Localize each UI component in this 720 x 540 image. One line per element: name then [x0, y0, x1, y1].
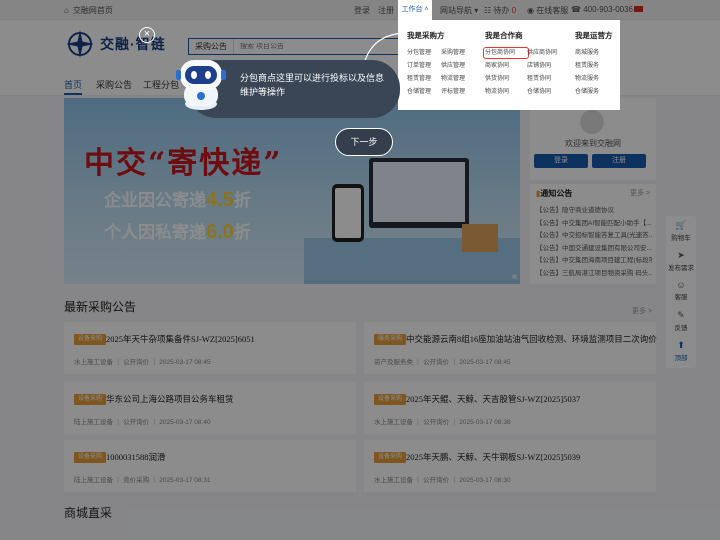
menu-item-warehouse-collab[interactable]: 仓储协同	[527, 88, 565, 96]
next-step-button[interactable]: 下一步	[335, 128, 393, 156]
menu-item-lease-service[interactable]: 租赁服务	[575, 62, 615, 70]
menu-item-logistics-service[interactable]: 物流服务	[575, 75, 615, 83]
menu-item-lease-mgmt[interactable]: 租赁管理	[407, 75, 441, 83]
menu-item-order-mgmt[interactable]: 订单管理	[407, 62, 441, 70]
menu-item-mall-service[interactable]: 商城服务	[575, 49, 615, 57]
menu-item-supplier-collab[interactable]: 供应商协同	[527, 49, 565, 57]
menu-item-supply-collab[interactable]: 供货协同	[485, 75, 527, 83]
menu-item-warehouse-mgmt[interactable]: 仓储管理	[407, 88, 441, 96]
menu-item-bid-eval-mgmt[interactable]: 评标管理	[441, 88, 475, 96]
menu-item-supply-mgmt[interactable]: 供应管理	[441, 62, 475, 70]
menu-item-logistics-mgmt[interactable]: 物流管理	[441, 75, 475, 83]
menu-item-subcontractor-collab[interactable]: 分包商协同	[483, 47, 529, 59]
guide-close-button[interactable]: ×	[139, 27, 155, 43]
menu-item-subcontract-mgmt[interactable]: 分包管理	[407, 49, 441, 57]
menu-item-logistics-collab[interactable]: 物流协同	[485, 88, 527, 96]
menu-item-merchant-collab[interactable]: 商家协同	[485, 62, 527, 70]
operator-column: 我是运营方 商城服务 租赁服务 物流服务 仓储服务	[575, 30, 615, 96]
buyer-column-title: 我是采购方	[407, 31, 445, 40]
workbench-menu-trigger[interactable]: 工作台 ˄	[398, 0, 432, 20]
menu-item-warehouse-service[interactable]: 仓储服务	[575, 88, 615, 96]
guide-message: 分包商点这里可以进行投标以及信息维护等操作	[240, 73, 385, 97]
menu-item-lease-collab[interactable]: 租赁协同	[527, 75, 565, 83]
partner-column: 我是合作商 分包商协同 供应商协同 商家协同 店铺协同 供货协同 租赁协同 物流…	[483, 30, 565, 96]
robot-mascot-icon	[176, 60, 226, 110]
workbench-dropdown: 我是采购方 分包管理 采购管理 订单管理 供应管理 租赁管理 物流管理 仓储管理…	[398, 20, 620, 110]
buyer-column: 我是采购方 分包管理 采购管理 订单管理 供应管理 租赁管理 物流管理 仓储管理…	[407, 30, 475, 96]
operator-column-title: 我是运营方	[575, 31, 613, 40]
partner-column-title: 我是合作商	[485, 31, 523, 40]
menu-item-shop-collab[interactable]: 店铺协同	[527, 62, 565, 70]
menu-item-procurement-mgmt[interactable]: 采购管理	[441, 49, 475, 57]
